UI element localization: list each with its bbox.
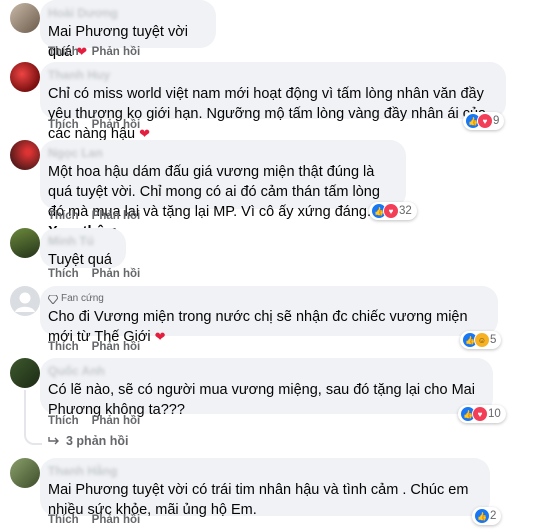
diamond-icon bbox=[48, 294, 58, 304]
reaction-count: 9 bbox=[493, 115, 500, 127]
comment-actions: Thích Phản hồi bbox=[48, 119, 140, 131]
avatar[interactable] bbox=[10, 458, 40, 488]
commenter-name[interactable]: Minh Tú bbox=[48, 234, 114, 248]
reply-arrow-icon bbox=[48, 437, 59, 445]
reply-link[interactable]: Phản hồi bbox=[92, 210, 141, 222]
replies-count-label: 3 phản hồi bbox=[66, 434, 129, 448]
reply-link[interactable]: Phản hồi bbox=[92, 514, 141, 526]
reply-link[interactable]: Phản hồi bbox=[92, 119, 141, 131]
comment-actions: Thích Phản hồi bbox=[48, 210, 140, 222]
fan-badge: Fan cứng bbox=[48, 292, 486, 306]
default-user-icon bbox=[15, 292, 35, 312]
like-link[interactable]: Thích bbox=[48, 46, 79, 58]
avatar[interactable] bbox=[10, 358, 40, 388]
reply-link[interactable]: Phản hồi bbox=[92, 341, 141, 353]
commenter-name[interactable]: Thanh Huy bbox=[48, 68, 494, 82]
like-link[interactable]: Thích bbox=[48, 268, 79, 280]
love-reaction-icon: ♥ bbox=[383, 203, 399, 219]
love-reaction-icon: ♥ bbox=[477, 113, 493, 129]
view-replies-link[interactable]: 3 phản hồi bbox=[48, 434, 129, 448]
avatar[interactable] bbox=[10, 140, 40, 170]
avatar[interactable] bbox=[10, 286, 40, 316]
comment-text: Tuyệt quá bbox=[48, 252, 112, 268]
reply-link[interactable]: Phản hồi bbox=[92, 415, 141, 427]
comment-actions: Thích Phản hồi bbox=[48, 46, 140, 58]
like-link[interactable]: Thích bbox=[48, 119, 79, 131]
comment-actions: Thích Phản hồi bbox=[48, 268, 140, 280]
comment-bubble: Fan cứng Cho đi Vương miện trong nước ch… bbox=[40, 286, 498, 345]
like-link[interactable]: Thích bbox=[48, 415, 79, 427]
reaction-summary[interactable]: 👍 ♥ 9 bbox=[463, 112, 505, 130]
like-reaction-icon: 👍 bbox=[474, 508, 490, 524]
commenter-name[interactable]: Thanh Hằng bbox=[48, 464, 478, 478]
like-link[interactable]: Thích bbox=[48, 210, 79, 222]
reaction-count: 2 bbox=[490, 510, 497, 522]
comment-body: Cho đi Vương miện trong nước chị sẽ nhận… bbox=[48, 309, 468, 345]
like-link[interactable]: Thích bbox=[48, 514, 79, 526]
comment-text: Có lẽ nào, sẽ có người mua vương miệng, … bbox=[48, 382, 475, 418]
reaction-summary[interactable]: 👍 2 bbox=[472, 507, 502, 525]
commenter-name[interactable]: Hoài Dương bbox=[48, 6, 204, 20]
comment-bubble: Thanh Hằng Mai Phương tuyệt vời có trái … bbox=[40, 458, 490, 518]
commenter-name[interactable]: Quốc Anh bbox=[48, 364, 481, 378]
badge-label: Fan cứng bbox=[61, 293, 104, 304]
reaction-summary[interactable]: 👍 ♥ 10 bbox=[458, 405, 506, 423]
reply-link[interactable]: Phản hồi bbox=[92, 268, 141, 280]
reaction-count: 32 bbox=[399, 205, 412, 217]
comment-actions: Thích Phản hồi bbox=[48, 341, 140, 353]
reaction-count: 10 bbox=[488, 408, 501, 420]
comment-text: Chỉ có miss world việt nam mới hoạt động… bbox=[48, 84, 494, 144]
heart-emoji: ❤ bbox=[139, 126, 151, 141]
comment-bubble: Quốc Anh Có lẽ nào, sẽ có người mua vươn… bbox=[40, 358, 493, 418]
comment-bubble: Ngọc Lan Một hoa hậu dám đấu giá vương m… bbox=[40, 140, 406, 240]
avatar[interactable] bbox=[10, 62, 40, 92]
reaction-count: 5 bbox=[490, 334, 497, 346]
reply-link[interactable]: Phản hồi bbox=[92, 46, 141, 58]
comment-bubble: Hoài Dương Mai Phương tuyệt vời quá ❤ bbox=[40, 0, 216, 60]
haha-reaction-icon: ☺ bbox=[474, 332, 490, 348]
comment-actions: Thích Phản hồi bbox=[48, 415, 140, 427]
reaction-summary[interactable]: 👍 ☺ 5 bbox=[460, 331, 502, 349]
commenter-name[interactable]: Ngọc Lan bbox=[48, 146, 394, 160]
comment-bubble: Thanh Huy Chỉ có miss world việt nam mới… bbox=[40, 62, 506, 142]
comment-actions: Thích Phản hồi bbox=[48, 514, 140, 526]
comment-bubble: Minh Tú Tuyệt quá bbox=[40, 228, 126, 268]
love-reaction-icon: ♥ bbox=[472, 406, 488, 422]
reaction-summary[interactable]: 👍 ♥ 32 bbox=[369, 202, 417, 220]
avatar[interactable] bbox=[10, 3, 40, 33]
like-link[interactable]: Thích bbox=[48, 341, 79, 353]
heart-emoji: ❤ bbox=[154, 329, 166, 344]
comment-body: Chỉ có miss world việt nam mới hoạt động… bbox=[48, 86, 487, 142]
avatar[interactable] bbox=[10, 228, 40, 258]
